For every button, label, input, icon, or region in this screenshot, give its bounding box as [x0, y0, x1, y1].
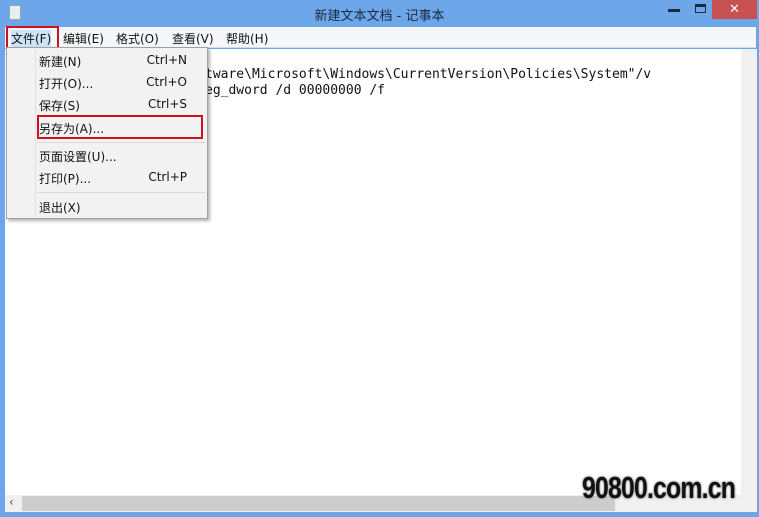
menu-item-label: 打印(P)...	[39, 172, 92, 186]
close-button[interactable]: ✕	[712, 0, 757, 19]
menu-separator	[37, 192, 205, 193]
menu-item-label: 退出(X)	[39, 201, 81, 215]
menu-item-shortcut: Ctrl+O	[146, 75, 187, 89]
menu-item-label: 保存(S)	[39, 99, 80, 113]
maximize-button[interactable]	[695, 4, 706, 13]
menu-item-label: 新建(N)	[39, 55, 82, 69]
menu-item-label: 页面设置(U)...	[39, 150, 117, 164]
menu-item-label: 打开(O)...	[39, 77, 94, 91]
save-as-highlight	[37, 115, 203, 139]
menu-item-save[interactable]: 保存(S) Ctrl+S	[39, 97, 199, 114]
menu-help[interactable]: 帮助(H)	[226, 30, 268, 47]
menu-view[interactable]: 查看(V)	[172, 30, 214, 47]
menu-item-open[interactable]: 打开(O)... Ctrl+O	[39, 75, 199, 92]
window-title: 新建文本文档 - 记事本	[314, 9, 445, 24]
vertical-scrollbar[interactable]	[741, 49, 757, 495]
minimize-button[interactable]	[668, 9, 680, 12]
menu-item-shortcut: Ctrl+S	[147, 97, 187, 111]
menu-bar: 文件(F) 编辑(E) 格式(O) 查看(V) 帮助(H)	[5, 27, 756, 48]
menu-separator	[37, 142, 205, 143]
watermark: 90800.com.cn	[582, 470, 736, 505]
menu-item-shortcut: Ctrl+N	[146, 53, 187, 67]
menu-item-print[interactable]: 打印(P)... Ctrl+P	[39, 170, 199, 187]
menu-item-new[interactable]: 新建(N) Ctrl+N	[39, 53, 199, 70]
scroll-left-icon[interactable]: ‹	[9, 495, 14, 509]
menu-format[interactable]: 格式(O)	[116, 30, 159, 47]
menu-item-exit[interactable]: 退出(X)	[39, 199, 199, 216]
title-bar: 新建文本文档 - 记事本 ✕	[0, 0, 759, 27]
menu-item-page-setup[interactable]: 页面设置(U)...	[39, 148, 199, 165]
menu-edit[interactable]: 编辑(E)	[63, 30, 104, 47]
menu-item-shortcut: Ctrl+P	[148, 170, 187, 184]
menu-gutter	[35, 50, 36, 216]
horizontal-scroll-thumb[interactable]	[22, 496, 615, 511]
file-menu-highlight	[6, 26, 59, 49]
